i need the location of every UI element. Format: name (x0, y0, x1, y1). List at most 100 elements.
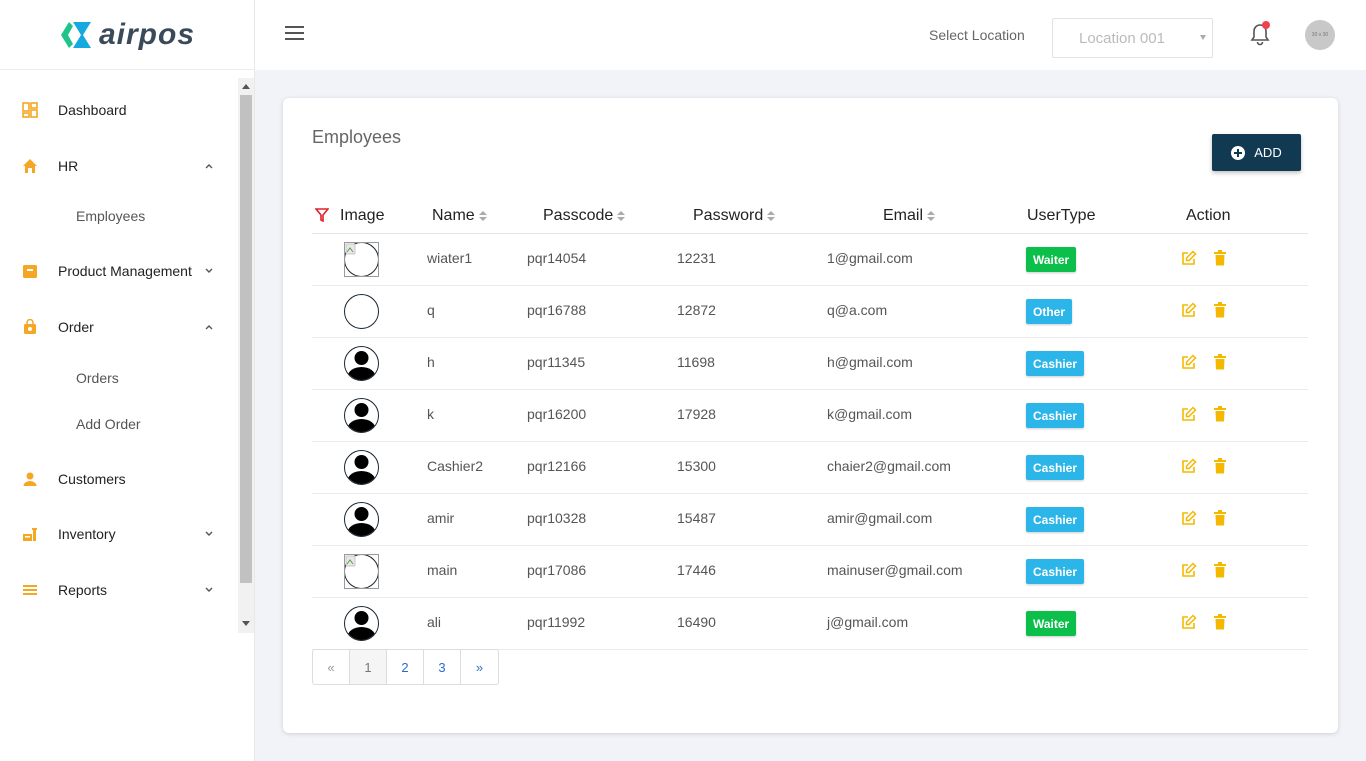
column-header-passcode[interactable]: Passcode (543, 207, 626, 225)
scrollbar-thumb[interactable] (240, 95, 252, 583)
pagination-next[interactable]: » (461, 650, 498, 684)
sort-icon[interactable] (767, 210, 776, 222)
trash-icon[interactable] (1214, 562, 1226, 578)
table-row: wiater1 pqr14054 12231 1@gmail.com Waiter (312, 234, 1308, 286)
edit-icon[interactable] (1181, 614, 1197, 630)
employee-avatar-image (344, 294, 379, 329)
cell-email: amir@gmail.com (827, 510, 933, 526)
employee-avatar-image (344, 346, 379, 381)
sidebar-item-inventory[interactable]: Inventory (0, 516, 238, 552)
usertype-badge: Cashier (1026, 403, 1085, 428)
column-label: Passcode (543, 207, 614, 224)
plus-circle-icon (1231, 145, 1246, 160)
column-header-name[interactable]: Name (432, 207, 487, 225)
column-label: Password (693, 207, 764, 224)
add-button-label: ADD (1254, 145, 1282, 160)
hamburger-menu-icon[interactable] (285, 26, 304, 42)
table-row: ali pqr11992 16490 j@gmail.com Waiter (312, 598, 1308, 650)
sort-icon[interactable] (478, 210, 487, 222)
sidebar-item-dashboard[interactable]: Dashboard (0, 92, 238, 128)
employee-avatar-image (344, 242, 379, 277)
chevron-up-icon (205, 325, 213, 330)
pagination-page-2[interactable]: 2 (387, 650, 424, 684)
filter-icon[interactable] (315, 208, 329, 222)
usertype-badge: Cashier (1026, 351, 1085, 376)
scroll-down-arrow-icon[interactable] (242, 621, 250, 626)
employee-avatar-image (344, 554, 379, 589)
chevron-down-icon (205, 587, 213, 592)
scroll-up-arrow-icon[interactable] (242, 84, 250, 89)
edit-icon[interactable] (1181, 458, 1197, 474)
sidebar-item-reports[interactable]: Reports (0, 572, 238, 608)
cell-password: 17928 (677, 406, 716, 422)
pagination-page-3[interactable]: 3 (424, 650, 461, 684)
sort-icon[interactable] (617, 210, 626, 222)
cell-email: mainuser@gmail.com (827, 562, 963, 578)
sidebar: airpos Dashboard HR Employees Product Ma… (0, 0, 255, 761)
trash-icon[interactable] (1214, 510, 1226, 526)
cell-password: 15487 (677, 510, 716, 526)
cell-passcode: pqr16200 (527, 406, 587, 422)
edit-icon[interactable] (1181, 406, 1197, 422)
trash-icon[interactable] (1214, 614, 1226, 630)
top-bar: Select Location Location 001 30 x 30 (255, 0, 1366, 70)
sidebar-item-label: Dashboard (58, 102, 127, 118)
table-row: main pqr17086 17446 mainuser@gmail.com Cashi… (312, 546, 1308, 598)
column-header-usertype: UserType (1027, 207, 1095, 225)
table-row: Cashier2 pqr12166 15300 chaier2@gmail.com Ca… (312, 442, 1308, 494)
cell-password: 11698 (677, 354, 715, 370)
usertype-badge: Cashier (1026, 507, 1085, 532)
list-icon (21, 582, 38, 599)
add-employee-button[interactable]: ADD (1212, 134, 1301, 171)
trash-icon[interactable] (1214, 302, 1226, 318)
sidebar-item-product-management[interactable]: Product Management (0, 253, 238, 289)
sidebar-item-order[interactable]: Order (0, 309, 238, 345)
column-header-email[interactable]: Email (883, 207, 936, 225)
column-header-password[interactable]: Password (693, 207, 776, 225)
employee-avatar-image (344, 502, 379, 537)
edit-icon[interactable] (1181, 562, 1197, 578)
sidebar-subitem-orders[interactable]: Orders (76, 370, 119, 386)
bag-icon (21, 319, 38, 336)
sort-icon[interactable] (927, 210, 936, 222)
table-header: Image Name Passcode Password Email UserT… (312, 203, 1308, 234)
sidebar-menu: Dashboard HR Employees Product Managemen… (0, 78, 238, 633)
pagination-page-1[interactable]: 1 (350, 650, 387, 684)
sidebar-subitem-employees[interactable]: Employees (76, 208, 145, 224)
user-icon (21, 471, 38, 488)
cell-passcode: pqr14054 (527, 250, 587, 266)
sidebar-subitem-add-order[interactable]: Add Order (76, 416, 141, 432)
sidebar-item-label: Reports (58, 582, 108, 598)
location-select[interactable]: Location 001 (1052, 18, 1213, 58)
sidebar-scrollbar[interactable] (238, 78, 254, 633)
trash-icon[interactable] (1214, 458, 1226, 474)
sidebar-item-customers[interactable]: Customers (0, 461, 238, 497)
sidebar-item-label: Inventory (58, 526, 116, 542)
sidebar-item-hr[interactable]: HR (0, 148, 238, 184)
trash-icon[interactable] (1214, 406, 1226, 422)
sidebar-item-label: Order (58, 319, 94, 335)
table-row: k pqr16200 17928 k@gmail.com Cashier (312, 390, 1308, 442)
brand-logo[interactable]: airpos (0, 0, 254, 70)
notification-dot (1262, 21, 1270, 29)
column-header-action: Action (1186, 207, 1230, 225)
cell-email: q@a.com (827, 302, 888, 318)
chevron-down-icon (205, 531, 213, 536)
pagination-prev[interactable]: « (313, 650, 350, 684)
trash-icon[interactable] (1214, 354, 1226, 370)
edit-icon[interactable] (1181, 510, 1197, 526)
trash-icon[interactable] (1214, 250, 1226, 266)
employee-avatar-image (344, 398, 379, 433)
home-icon (21, 158, 38, 175)
user-avatar[interactable]: 30 x 30 (1305, 20, 1335, 50)
cell-name: q (427, 302, 435, 318)
edit-icon[interactable] (1181, 354, 1197, 370)
select-location-label: Select Location (929, 27, 1025, 43)
usertype-badge: Cashier (1026, 455, 1085, 480)
edit-icon[interactable] (1181, 250, 1197, 266)
employee-avatar-image (344, 606, 379, 641)
edit-icon[interactable] (1181, 302, 1197, 318)
cell-passcode: pqr11992 (527, 614, 586, 630)
sidebar-item-label: Product Management (58, 263, 192, 279)
cell-email: 1@gmail.com (827, 250, 913, 266)
